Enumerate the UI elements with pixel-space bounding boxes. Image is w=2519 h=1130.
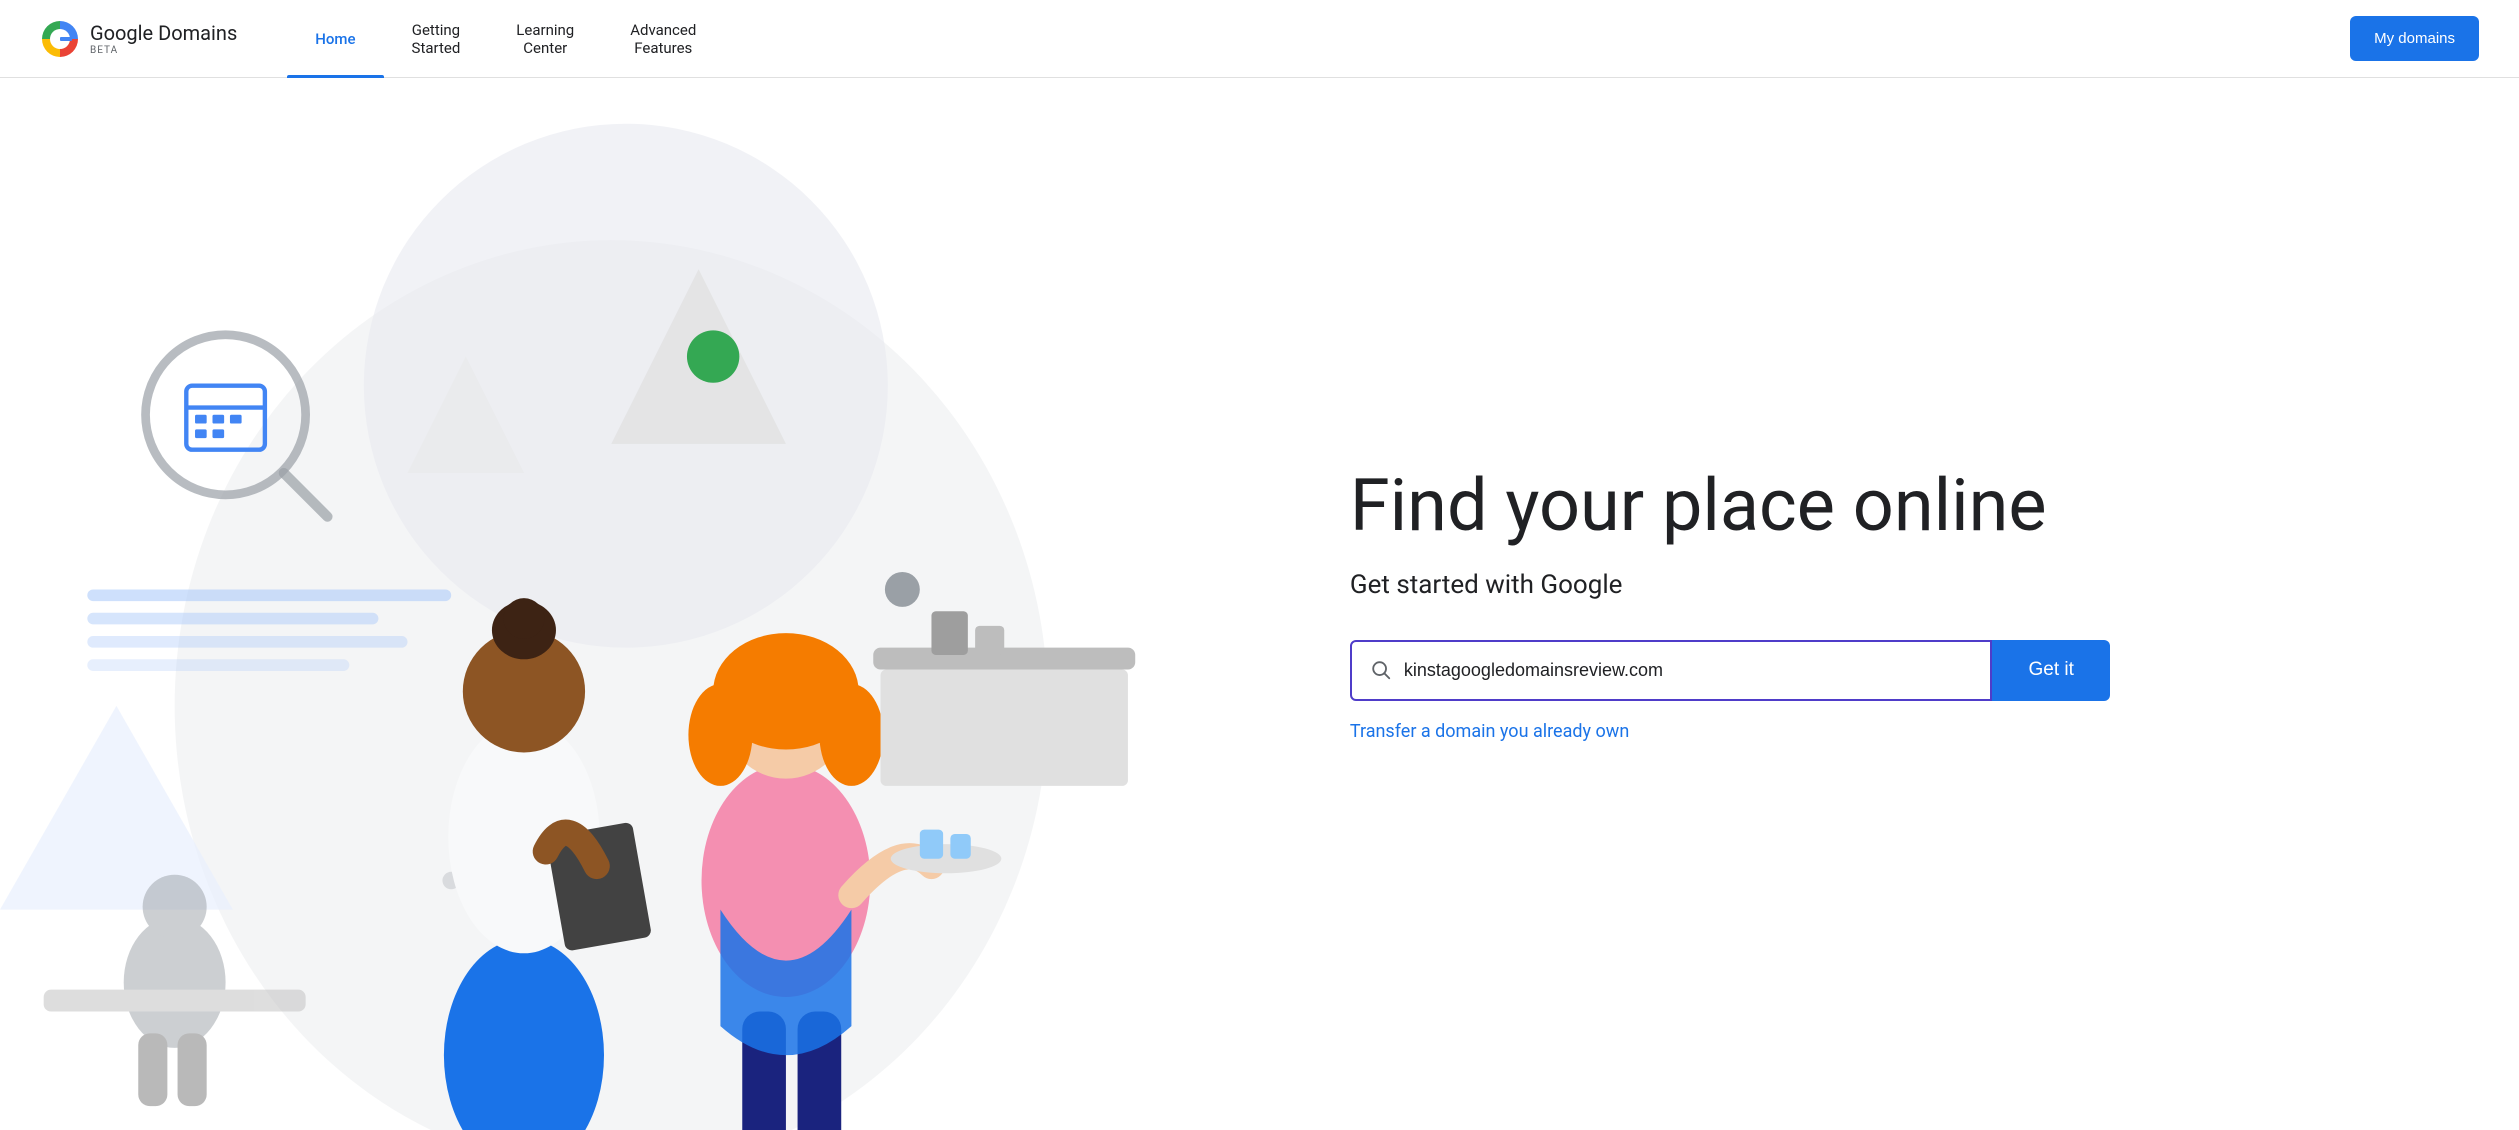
domain-search-input[interactable]: [1404, 642, 1973, 699]
nav-item-advanced-features[interactable]: Advanced Features: [602, 0, 724, 78]
main-nav: Home Getting Started Learning Center Adv…: [287, 0, 2350, 78]
hero-illustration: [0, 78, 1310, 1130]
search-box: [1350, 640, 1993, 701]
nav-item-home[interactable]: Home: [287, 0, 383, 78]
page-headline: Find your place online: [1350, 466, 2439, 545]
content-area: Find your place online Get started with …: [1310, 78, 2519, 1130]
search-row: Get it: [1350, 640, 2110, 701]
main-content: Find your place online Get started with …: [0, 78, 2519, 1130]
nav-item-getting-started[interactable]: Getting Started: [384, 0, 489, 78]
my-domains-button[interactable]: My domains: [2350, 16, 2479, 61]
google-logo-icon: [40, 19, 80, 59]
nav-item-learning-center[interactable]: Learning Center: [488, 0, 602, 78]
search-icon: [1370, 659, 1392, 681]
illustration-area: [0, 78, 1310, 1130]
header: Google Domains BETA Home Getting Started…: [0, 0, 2519, 78]
transfer-domain-link[interactable]: Transfer a domain you already own: [1350, 721, 2439, 742]
logo[interactable]: Google Domains BETA: [40, 19, 237, 59]
logo-name: Google Domains: [90, 21, 237, 45]
page-subheadline: Get started with Google: [1350, 570, 2439, 600]
logo-beta: BETA: [90, 45, 237, 56]
get-it-button[interactable]: Get it: [1992, 640, 2109, 701]
